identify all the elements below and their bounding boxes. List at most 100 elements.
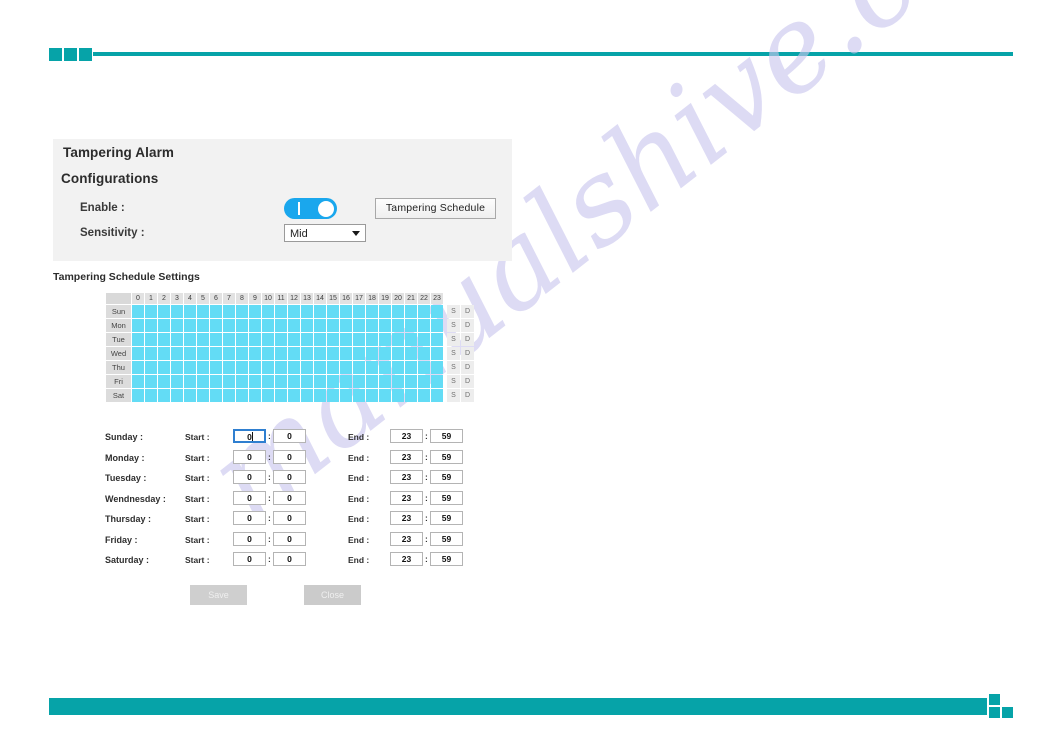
schedule-cell[interactable] (249, 375, 261, 388)
schedule-cell[interactable] (327, 333, 339, 346)
schedule-cell[interactable] (288, 305, 300, 318)
end-minute-input-sunday[interactable]: 59 (430, 429, 463, 443)
schedule-cell[interactable] (145, 389, 157, 402)
schedule-cell[interactable] (301, 333, 313, 346)
schedule-cell[interactable] (353, 389, 365, 402)
end-hour-input-sunday[interactable]: 23 (390, 429, 423, 443)
start-minute-input-wendnesday[interactable]: 0 (273, 490, 306, 505)
schedule-cell[interactable] (171, 389, 183, 402)
schedule-cell[interactable] (262, 389, 274, 402)
schedule-cell[interactable] (158, 347, 170, 360)
schedule-cell[interactable] (171, 347, 183, 360)
schedule-cell[interactable] (418, 319, 430, 332)
schedule-cell[interactable] (158, 389, 170, 402)
schedule-cell[interactable] (223, 361, 235, 374)
schedule-cell[interactable] (314, 319, 326, 332)
schedule-cell[interactable] (431, 347, 443, 360)
schedule-cell[interactable] (340, 333, 352, 346)
schedule-cell[interactable] (353, 319, 365, 332)
schedule-cell[interactable] (288, 347, 300, 360)
schedule-cell[interactable] (275, 319, 287, 332)
schedule-cell[interactable] (288, 389, 300, 402)
schedule-cell[interactable] (340, 375, 352, 388)
schedule-cell[interactable] (340, 319, 352, 332)
schedule-cell[interactable] (275, 361, 287, 374)
schedule-cell[interactable] (275, 375, 287, 388)
schedule-cell[interactable] (418, 375, 430, 388)
schedule-cell[interactable] (223, 305, 235, 318)
schedule-cell[interactable] (184, 333, 196, 346)
schedule-cell[interactable] (366, 361, 378, 374)
schedule-cell[interactable] (379, 375, 391, 388)
schedule-cell[interactable] (145, 305, 157, 318)
schedule-cell[interactable] (431, 333, 443, 346)
schedule-cell[interactable] (353, 347, 365, 360)
schedule-cell[interactable] (197, 305, 209, 318)
end-minute-input-thursday[interactable]: 59 (430, 511, 463, 525)
schedule-cell[interactable] (418, 361, 430, 374)
schedule-cell[interactable] (236, 375, 248, 388)
select-all-button-thu[interactable]: S (447, 361, 460, 374)
schedule-cell[interactable] (132, 333, 144, 346)
schedule-cell[interactable] (132, 389, 144, 402)
schedule-cell[interactable] (132, 375, 144, 388)
schedule-cell[interactable] (366, 319, 378, 332)
schedule-cell[interactable] (392, 375, 404, 388)
schedule-cell[interactable] (223, 319, 235, 332)
schedule-cell[interactable] (366, 305, 378, 318)
schedule-cell[interactable] (327, 389, 339, 402)
start-hour-input-wendnesday[interactable]: 0 (233, 490, 266, 505)
start-hour-input-tuesday[interactable]: 0 (233, 470, 266, 484)
schedule-cell[interactable] (171, 361, 183, 374)
schedule-cell[interactable] (405, 333, 417, 346)
schedule-cell[interactable] (340, 347, 352, 360)
schedule-cell[interactable] (158, 319, 170, 332)
schedule-cell[interactable] (301, 361, 313, 374)
schedule-cell[interactable] (132, 361, 144, 374)
schedule-cell[interactable] (340, 305, 352, 318)
schedule-cell[interactable] (353, 333, 365, 346)
schedule-cell[interactable] (158, 375, 170, 388)
schedule-cell[interactable] (262, 361, 274, 374)
schedule-cell[interactable] (392, 333, 404, 346)
schedule-cell[interactable] (340, 389, 352, 402)
schedule-cell[interactable] (236, 347, 248, 360)
schedule-cell[interactable] (405, 319, 417, 332)
schedule-cell[interactable] (262, 333, 274, 346)
schedule-cell[interactable] (301, 305, 313, 318)
end-hour-input-wendnesday[interactable]: 23 (390, 490, 423, 505)
end-minute-input-saturday[interactable]: 59 (430, 552, 463, 566)
schedule-cell[interactable] (249, 319, 261, 332)
schedule-cell[interactable] (184, 375, 196, 388)
schedule-cell[interactable] (171, 319, 183, 332)
schedule-cell[interactable] (327, 319, 339, 332)
schedule-cell[interactable] (301, 389, 313, 402)
schedule-cell[interactable] (431, 305, 443, 318)
schedule-cell[interactable] (210, 389, 222, 402)
deselect-all-button-mon[interactable]: D (461, 319, 474, 332)
schedule-cell[interactable] (340, 361, 352, 374)
schedule-cell[interactable] (210, 305, 222, 318)
schedule-cell[interactable] (327, 361, 339, 374)
schedule-cell[interactable] (327, 347, 339, 360)
schedule-cell[interactable] (431, 361, 443, 374)
schedule-cell[interactable] (327, 375, 339, 388)
schedule-cell[interactable] (197, 375, 209, 388)
schedule-cell[interactable] (366, 389, 378, 402)
start-minute-input-friday[interactable]: 0 (273, 531, 306, 546)
schedule-cell[interactable] (314, 347, 326, 360)
enable-toggle-switch[interactable] (284, 198, 337, 219)
schedule-cell[interactable] (249, 389, 261, 402)
schedule-cell[interactable] (171, 333, 183, 346)
end-minute-input-friday[interactable]: 59 (430, 531, 463, 546)
schedule-cell[interactable] (379, 333, 391, 346)
schedule-cell[interactable] (236, 319, 248, 332)
schedule-cell[interactable] (314, 305, 326, 318)
schedule-cell[interactable] (288, 375, 300, 388)
select-all-button-wed[interactable]: S (447, 347, 460, 360)
select-all-button-fri[interactable]: S (447, 375, 460, 388)
start-minute-input-sunday[interactable]: 0 (273, 429, 306, 443)
schedule-cell[interactable] (288, 361, 300, 374)
deselect-all-button-thu[interactable]: D (461, 361, 474, 374)
schedule-cell[interactable] (184, 347, 196, 360)
